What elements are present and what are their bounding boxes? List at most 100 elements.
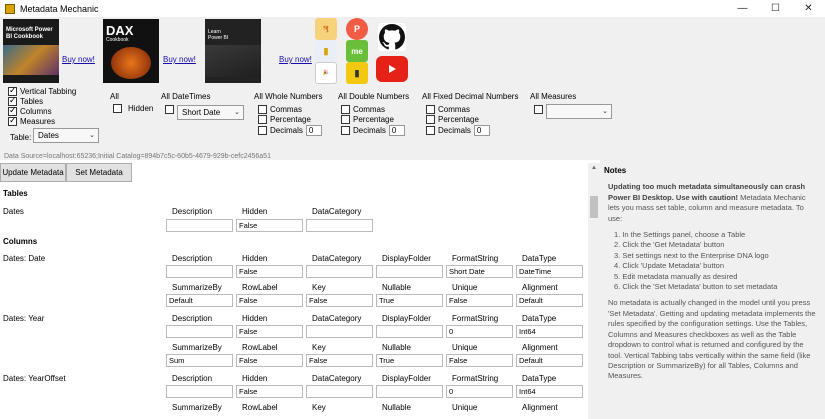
minimize-button[interactable]: — <box>726 0 759 17</box>
chevron-down-icon: ⌄ <box>234 109 240 116</box>
table-dropdown[interactable]: Dates ⌄ <box>33 128 99 143</box>
checkbox-unchecked-icon[interactable] <box>258 105 267 114</box>
book-cover-image[interactable]: DAX Cookbook <box>103 19 159 83</box>
checkbox-unchecked-icon[interactable] <box>165 105 174 114</box>
datetime-format-value: Short Date <box>182 108 221 117</box>
metadata-field[interactable] <box>376 325 443 338</box>
metadata-field[interactable]: Sum <box>166 354 233 367</box>
checkbox-unchecked-icon[interactable] <box>426 115 435 124</box>
metadata-field[interactable] <box>376 385 443 398</box>
metadata-field[interactable]: Short Date <box>446 265 513 278</box>
checkbox-unchecked-icon[interactable] <box>341 105 350 114</box>
buy-now-link[interactable]: Buy now! <box>279 55 312 64</box>
metadata-field[interactable] <box>306 265 373 278</box>
all-hidden-checkbox[interactable]: Hidden <box>113 104 153 113</box>
checkbox-unchecked-icon[interactable] <box>113 104 122 113</box>
all-measures-checkbox[interactable] <box>534 105 546 114</box>
update-metadata-button[interactable]: Update Metadata <box>0 163 66 182</box>
metadata-field[interactable]: Int64 <box>516 325 583 338</box>
pbi-icon[interactable]: ▮ <box>315 40 337 62</box>
metadata-field[interactable] <box>166 325 233 338</box>
maximize-button[interactable]: ☐ <box>759 0 792 17</box>
metadata-editor: Tables Dates Description Hidden DataCate… <box>0 184 588 419</box>
measures-format-dropdown[interactable]: ⌄ <box>546 104 612 119</box>
set-metadata-button[interactable]: Set Metadata <box>66 163 132 182</box>
whole-decimals-input[interactable]: 0 <box>305 125 322 136</box>
metadata-field[interactable]: DateTime <box>516 265 583 278</box>
checkbox-unchecked-icon[interactable] <box>341 126 350 135</box>
fixed-decimals-input[interactable]: 0 <box>473 125 490 136</box>
celebrating-icon[interactable]: 🎉 <box>315 62 337 84</box>
checkbox-unchecked-icon[interactable] <box>341 115 350 124</box>
buy-now-link[interactable]: Buy now! <box>163 55 196 64</box>
metadata-field[interactable]: Default <box>516 354 583 367</box>
checkbox-unchecked-icon[interactable] <box>426 105 435 114</box>
metadata-field[interactable] <box>306 385 373 398</box>
column-header: Nullable <box>382 403 411 412</box>
metadata-field[interactable]: 0 <box>446 385 513 398</box>
table-datacategory-field[interactable] <box>306 219 373 232</box>
checkbox-unchecked-icon[interactable] <box>258 126 267 135</box>
buy-now-link[interactable]: Buy now! <box>62 55 95 64</box>
me-icon[interactable]: me <box>346 40 368 62</box>
book-cover-image[interactable]: Microsoft Power BI Cookbook <box>3 19 59 83</box>
measures-checkbox[interactable]: Measures <box>8 115 55 126</box>
table-hidden-field[interactable]: False <box>236 219 303 232</box>
all-double-numbers-label: All Double Numbers <box>338 92 410 101</box>
metadata-field[interactable]: True <box>376 294 443 307</box>
fixed-decimals-checkbox[interactable]: Decimals 0 <box>426 125 490 136</box>
whole-decimals-checkbox[interactable]: Decimals 0 <box>258 125 322 136</box>
table-description-field[interactable] <box>166 219 233 232</box>
whole-percentage-checkbox[interactable]: Percentage <box>258 115 311 124</box>
book-cover-image[interactable]: Learn Power BI <box>205 19 261 83</box>
metadata-field[interactable]: False <box>446 354 513 367</box>
fixed-commas-checkbox[interactable]: Commas <box>426 105 470 114</box>
metadata-field[interactable]: Default <box>166 294 233 307</box>
vertical-tabbing-checkbox[interactable]: Vertical Tabbing <box>8 85 76 96</box>
all-datetimes-checkbox[interactable] <box>165 105 177 114</box>
checkbox-unchecked-icon[interactable] <box>426 126 435 135</box>
pancake-icon[interactable]: 🥞 <box>315 18 337 40</box>
table-label: Table: <box>10 133 32 142</box>
fixed-percentage-checkbox[interactable]: Percentage <box>426 115 479 124</box>
metadata-field[interactable] <box>166 265 233 278</box>
checkbox-unchecked-icon[interactable] <box>534 105 543 114</box>
metadata-field[interactable]: True <box>376 354 443 367</box>
metadata-field[interactable]: False <box>306 354 373 367</box>
column-header: Alignment <box>522 283 558 292</box>
datetime-format-dropdown[interactable]: Short Date ⌄ <box>177 105 244 120</box>
double-commas-checkbox[interactable]: Commas <box>341 105 385 114</box>
metadata-field[interactable]: False <box>446 294 513 307</box>
scrollbar-thumb[interactable] <box>590 196 598 218</box>
metadata-field[interactable]: False <box>236 325 303 338</box>
book-cover-subtitle: BI Cookbook <box>6 34 43 40</box>
metadata-field[interactable]: False <box>236 265 303 278</box>
metadata-field[interactable] <box>376 265 443 278</box>
main-scrollbar[interactable]: ▲ <box>588 163 600 419</box>
close-button[interactable]: ✕ <box>792 0 825 17</box>
power-bi-icon[interactable]: ▮ <box>346 62 368 84</box>
checkbox-label: Decimals <box>270 126 303 135</box>
metadata-field[interactable]: Int64 <box>516 385 583 398</box>
checkbox-unchecked-icon[interactable] <box>258 115 267 124</box>
metadata-field[interactable] <box>306 325 373 338</box>
github-icon[interactable] <box>378 23 406 51</box>
metadata-field[interactable] <box>166 385 233 398</box>
checkbox-label: Decimals <box>353 126 386 135</box>
checkbox-label: Percentage <box>270 115 311 124</box>
youtube-icon[interactable] <box>376 56 408 82</box>
double-decimals-input[interactable]: 0 <box>388 125 405 136</box>
metadata-field[interactable]: 0 <box>446 325 513 338</box>
column-header: FormatString <box>452 374 499 383</box>
whole-commas-checkbox[interactable]: Commas <box>258 105 302 114</box>
double-decimals-checkbox[interactable]: Decimals 0 <box>341 125 405 136</box>
metadata-field[interactable]: False <box>306 294 373 307</box>
patreon-icon[interactable]: P <box>346 18 368 40</box>
checkbox-checked-icon[interactable] <box>8 115 17 126</box>
scroll-up-icon[interactable]: ▲ <box>591 165 597 171</box>
double-percentage-checkbox[interactable]: Percentage <box>341 115 394 124</box>
metadata-field[interactable]: Default <box>516 294 583 307</box>
metadata-field[interactable]: False <box>236 354 303 367</box>
metadata-field[interactable]: False <box>236 385 303 398</box>
metadata-field[interactable]: False <box>236 294 303 307</box>
